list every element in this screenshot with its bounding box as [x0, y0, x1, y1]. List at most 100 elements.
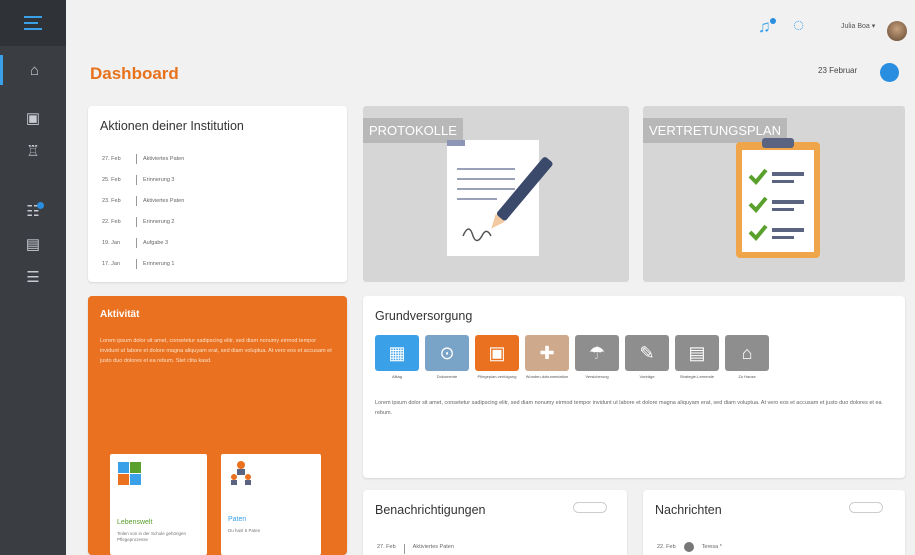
- gv-item-pflegeplan[interactable]: ▣ Pflegeplan-verfolgung: [475, 335, 519, 379]
- messages-more-button[interactable]: [849, 502, 883, 513]
- paten-desc: Du hast 5 Paten: [228, 528, 261, 533]
- item-label: Aktiviertes Paten: [143, 155, 185, 162]
- date-label: 23 Februar: [818, 66, 858, 75]
- notifications-title: Benachrichtigungen: [375, 503, 486, 517]
- list-item[interactable]: 25. Feb Erinnerung 3: [102, 169, 184, 190]
- sidebar-item-awards[interactable]: ♖: [0, 136, 66, 166]
- disc-icon: ⊙: [425, 335, 469, 371]
- divider: [136, 153, 137, 164]
- item-date: 27. Feb: [102, 155, 121, 162]
- item-label: Teresa *: [701, 544, 722, 550]
- protokolle-tile[interactable]: PROTOKOLLE: [363, 106, 629, 282]
- avatar: [683, 542, 694, 552]
- gv-item-dokumente[interactable]: ⊙ Dokumente: [425, 335, 469, 379]
- item-date: 22. Feb: [102, 218, 121, 225]
- messages-card: Nachrichten 22. Feb Teresa *: [643, 490, 905, 555]
- calendar-button[interactable]: [880, 63, 899, 82]
- item-date: 23. Feb: [102, 197, 121, 204]
- document-icon: ▤: [25, 236, 41, 253]
- divider: [403, 544, 405, 554]
- gv-label: Vorträge: [639, 374, 655, 379]
- list-item[interactable]: 22. Feb Teresa *: [657, 542, 722, 552]
- item-label: Aufgabe 3: [143, 239, 169, 246]
- vertretungsplan-tile[interactable]: VERTRETUNGSPLAN: [643, 106, 905, 282]
- avatar[interactable]: [887, 21, 907, 41]
- groups-icon: ▣: [25, 110, 41, 127]
- gv-item-wunden[interactable]: ✚ Wunden-dokumentation: [525, 335, 569, 379]
- gv-label: Wunden-dokumentation: [525, 374, 569, 379]
- divider: [136, 258, 137, 269]
- sidebar-item-list[interactable]: ☰: [0, 262, 66, 292]
- gv-label: Strategie-Lernende: [679, 374, 715, 379]
- hamburger-icon: [24, 16, 42, 30]
- grundversorgung-title: Grundversorgung: [375, 309, 473, 323]
- activity-text: Lorem ipsum dolor sit amet, consetetur s…: [100, 338, 332, 364]
- gv-item-versicherung[interactable]: ☂ Versicherung: [575, 335, 619, 379]
- notifications-more-button[interactable]: [573, 502, 607, 513]
- house-icon: ⌂: [725, 335, 769, 371]
- item-date: 27. Feb: [377, 544, 396, 550]
- bandage-icon: ✚: [525, 335, 569, 371]
- item-label: Erinnerung 3: [143, 176, 175, 183]
- activity-title: Aktivität: [100, 309, 140, 320]
- list-item[interactable]: 19. Jan Aufgabe 3: [102, 232, 184, 253]
- lebenswelt-desc: Teilen von in der Schule gehörigen Pfleg…: [117, 531, 187, 542]
- list-item[interactable]: 17. Jan Erinnerung 1: [102, 253, 184, 274]
- item-date: 19. Jan: [102, 239, 121, 246]
- gv-item-alltag[interactable]: ▦ Alltag: [375, 335, 419, 379]
- paten-label: Paten: [228, 516, 247, 523]
- gv-label: Versicherung: [585, 374, 609, 379]
- menu-toggle[interactable]: [0, 0, 66, 46]
- divider: [136, 216, 137, 227]
- item-label: Erinnerung 1: [143, 260, 175, 267]
- item-label: Aktiviertes Paten: [143, 197, 185, 204]
- gv-label: Dokumente: [436, 374, 458, 379]
- activity-card: Aktivität Lorem ipsum dolor sit amet, co…: [88, 296, 347, 555]
- notification-dot: [770, 18, 776, 24]
- sidebar: ⌂ ▣ ♖ ☷ ▤ ☰: [0, 0, 66, 555]
- item-label: Erinnerung 2: [143, 218, 175, 225]
- notifications-card: Benachrichtigungen 27. Feb Aktiviertes Pa…: [363, 490, 627, 555]
- gv-label: Alltag: [391, 374, 402, 379]
- umbrella-icon: ☂: [575, 335, 619, 371]
- sidebar-item-home[interactable]: ⌂: [0, 55, 66, 85]
- paten-card[interactable]: Paten Du hast 5 Paten: [221, 454, 321, 555]
- grundversorgung-card: Grundversorgung ▦ Alltag ⊙ Dokumente ▣ Pfle…: [363, 296, 905, 478]
- grundversorgung-icons: ▦ Alltag ⊙ Dokumente ▣ Pflegeplan-verfolgun…: [375, 335, 769, 379]
- sidebar-item-tasks[interactable]: ☷: [0, 196, 66, 226]
- sidebar-item-documents[interactable]: ▤: [0, 229, 66, 259]
- gv-item-vortraege[interactable]: ✎ Vorträge: [625, 335, 669, 379]
- list-item[interactable]: 22. Feb Erinnerung 2: [102, 211, 184, 232]
- grundversorgung-text: Lorem ipsum dolor sit amet, consetetur s…: [375, 400, 882, 416]
- divider: [136, 195, 137, 206]
- list-item[interactable]: 23. Feb Aktiviertes Paten: [102, 190, 184, 211]
- lebenswelt-card[interactable]: Lebenswelt Teilen von in der Schule gehö…: [110, 454, 207, 555]
- divider: [136, 237, 137, 248]
- actions-card: Aktionen deiner Institution 27. Feb Aktiv…: [88, 106, 347, 282]
- list-icon: ☰: [26, 269, 40, 286]
- sidebar-item-groups[interactable]: ▣: [0, 103, 66, 133]
- people-icon: [231, 461, 251, 485]
- notification-badge: [37, 202, 44, 209]
- gv-label: Pflegeplan-verfolgung: [477, 374, 517, 379]
- puzzle-icon: [118, 462, 141, 485]
- messages-title: Nachrichten: [655, 503, 722, 517]
- document-icon: ▤: [675, 335, 719, 371]
- top-bar: [66, 0, 915, 50]
- sync-icon[interactable]: ◌: [793, 15, 804, 37]
- page-title: Dashboard: [90, 64, 179, 83]
- item-date: 17. Jan: [102, 260, 121, 267]
- list-item[interactable]: 27. Feb Aktiviertes Paten: [377, 544, 454, 554]
- lebenswelt-label: Lebenswelt: [117, 519, 153, 526]
- home-icon: ⌂: [29, 61, 40, 79]
- clipboard-icon: ▣: [475, 335, 519, 371]
- gv-item-strategie[interactable]: ▤ Strategie-Lernende: [675, 335, 719, 379]
- user-name[interactable]: Julia Boa ▾: [841, 22, 875, 30]
- bell-icon[interactable]: ♫: [758, 17, 771, 37]
- divider: [136, 174, 137, 185]
- list-item[interactable]: 27. Feb Aktiviertes Paten: [102, 148, 184, 169]
- gv-item-zuhause[interactable]: ⌂ Zu Hause: [725, 335, 769, 379]
- checklist-icon: [736, 138, 820, 258]
- item-label: Aktiviertes Paten: [412, 544, 454, 550]
- document-pen-icon: [447, 140, 553, 256]
